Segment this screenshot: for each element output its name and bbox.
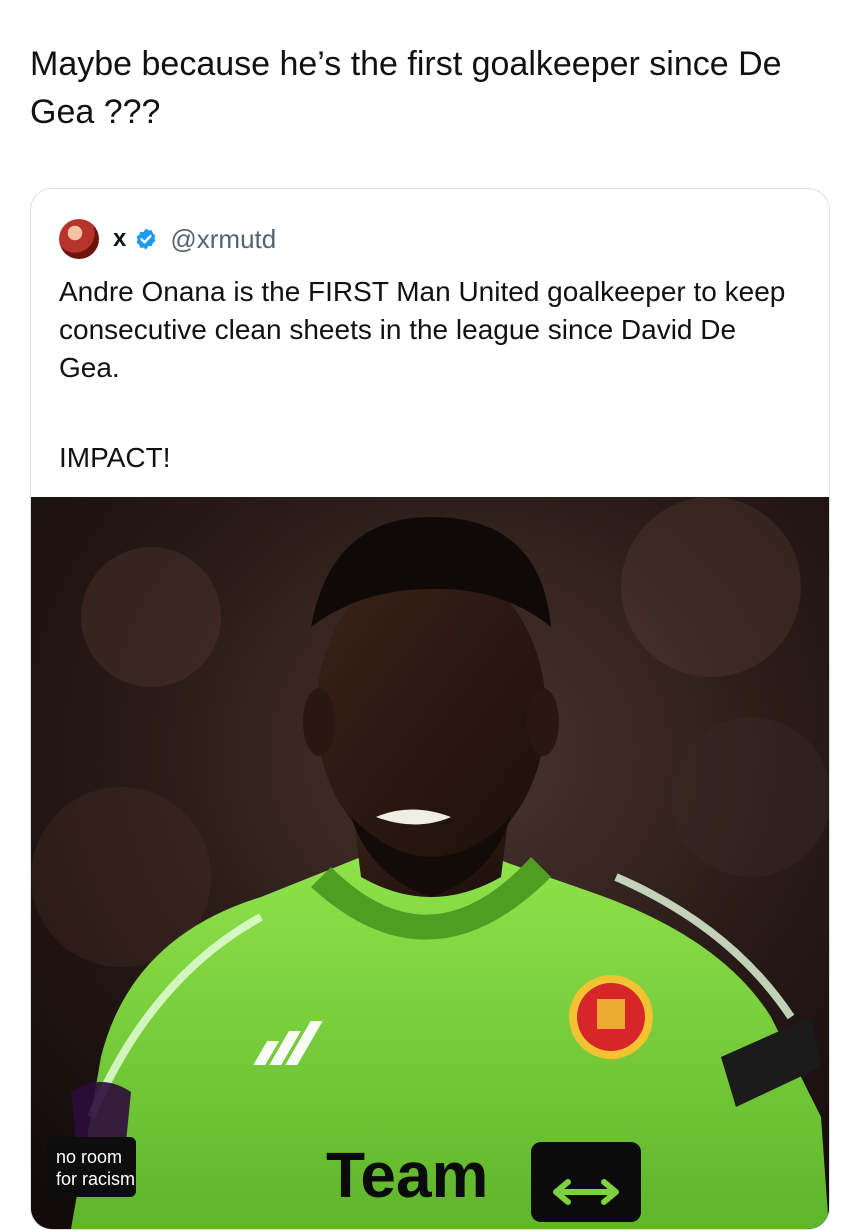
verified-badge-icon <box>134 227 158 251</box>
svg-text:no room: no room <box>56 1147 122 1167</box>
display-name[interactable]: x <box>113 225 126 253</box>
tweet-media-photo[interactable]: Team no room for racism <box>31 497 829 1229</box>
no-room-for-racism-badge: no room for racism <box>46 1137 136 1197</box>
quoted-tweet-text: Andre Onana is the FIRST Man United goal… <box>59 276 794 383</box>
goalkeeper-photo: Team no room for racism <box>31 497 829 1229</box>
quoted-tweet-card[interactable]: x @xrmutd Andre Onana is the FIRST Man U… <box>30 188 830 1230</box>
quoted-tweet-header: x @xrmutd <box>59 219 276 259</box>
quoted-tweet-impact-text: IMPACT! <box>59 442 171 473</box>
svg-text:for racism: for racism <box>56 1169 135 1189</box>
sponsor-text: Team <box>326 1139 488 1211</box>
post-text: Maybe because he’s the first goalkeeper … <box>30 45 792 131</box>
handle[interactable]: @xrmutd <box>170 224 276 255</box>
club-crest-icon <box>569 975 653 1059</box>
avatar[interactable] <box>59 219 99 259</box>
